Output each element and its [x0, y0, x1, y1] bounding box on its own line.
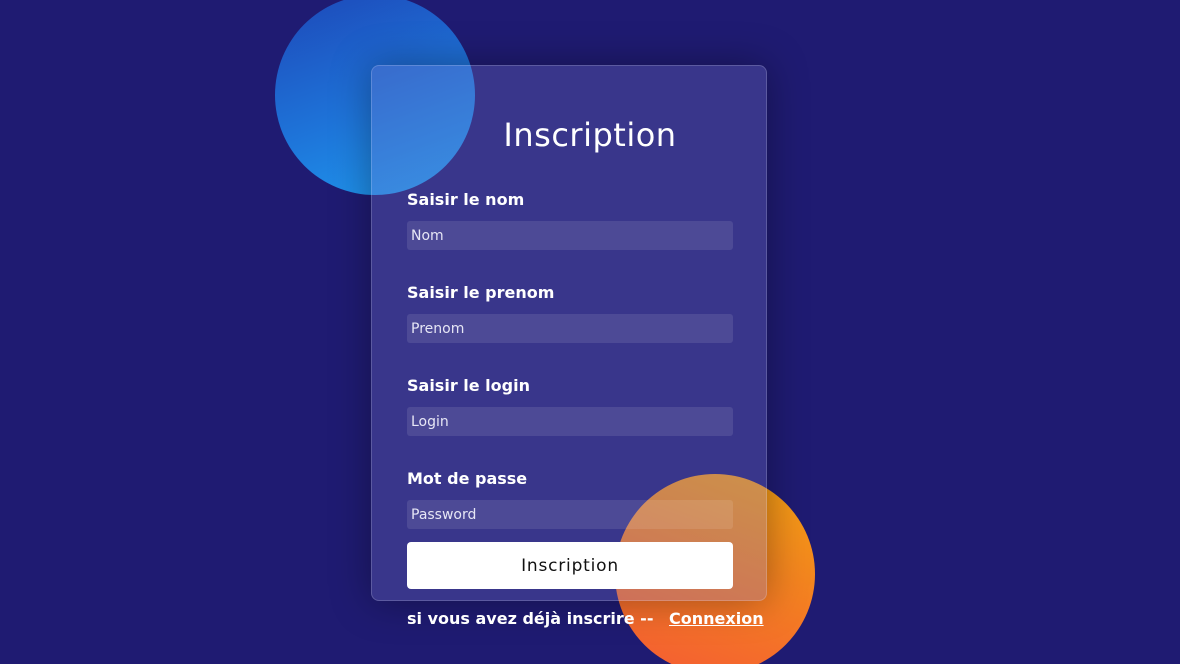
name-label: Saisir le nom [407, 190, 525, 209]
login-prompt-text: si vous avez déjà inscrire -- [407, 609, 654, 628]
name-input[interactable] [407, 221, 733, 250]
login-label: Saisir le login [407, 376, 530, 395]
login-link[interactable]: Connexion [669, 609, 764, 628]
firstname-input[interactable] [407, 314, 733, 343]
form-title: Inscription [503, 116, 677, 154]
password-input[interactable] [407, 500, 733, 529]
password-label: Mot de passe [407, 469, 528, 488]
page-background: Inscription Saisir le nom Saisir le pren… [0, 0, 1180, 664]
signup-button[interactable]: Inscription [407, 542, 733, 589]
login-prompt: si vous avez déjà inscrire -- Connexion [407, 609, 764, 628]
login-input[interactable] [407, 407, 733, 436]
firstname-label: Saisir le prenom [407, 283, 555, 302]
